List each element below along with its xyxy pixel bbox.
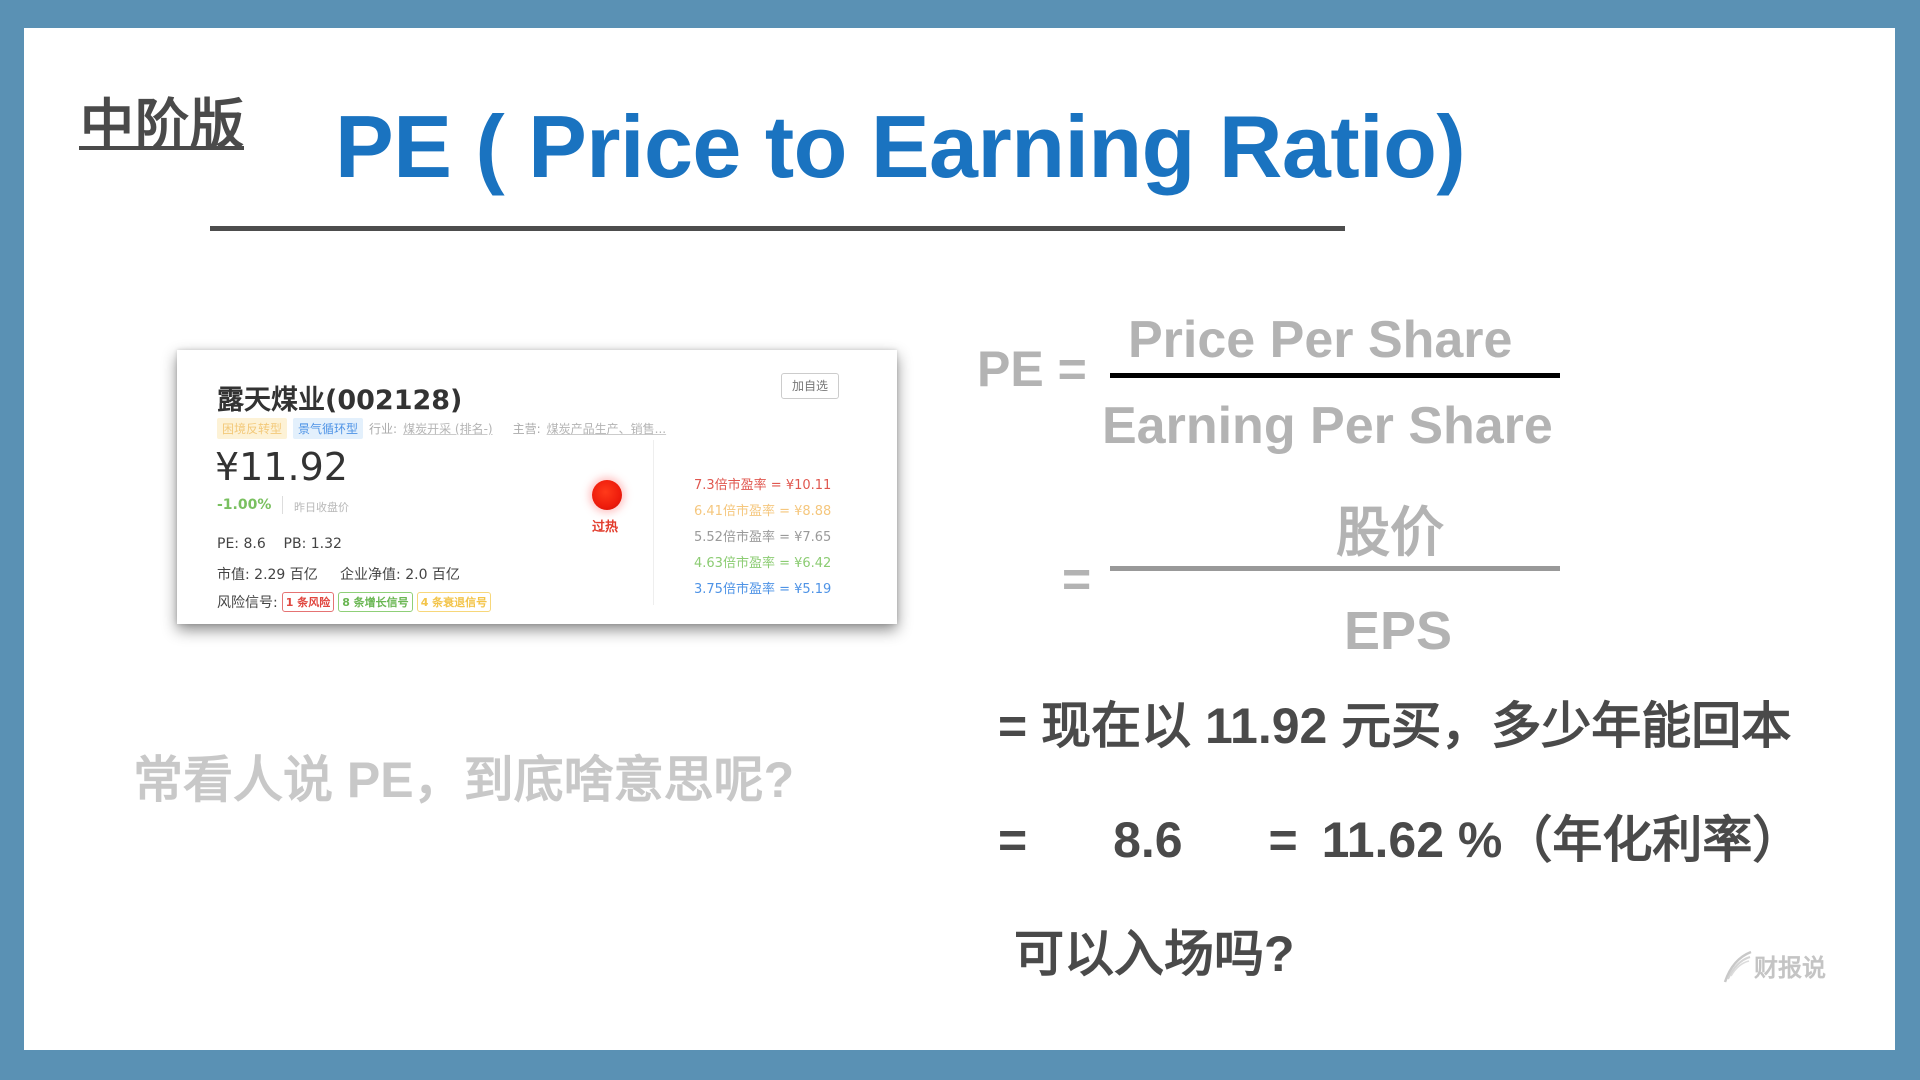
close-price-label: 昨日收盘价: [294, 501, 349, 514]
explanation-line-rate: = 8.6 = 11.62 %（年化利率）: [998, 800, 1802, 872]
formula-numerator-cn: 股价: [1336, 503, 1444, 563]
equals-sign: =: [1268, 812, 1298, 868]
risk-signals-row: 风险信号: 1 条风险 8 条增长信号 4 条衰退信号: [217, 592, 492, 612]
valuation-row: 3.75倍市盈率 = ¥5.19: [694, 582, 832, 597]
valuation-row: 5.52倍市盈率 = ¥7.65: [694, 530, 832, 545]
card-divider: [653, 440, 654, 605]
valuation-row: 7.3倍市盈率 = ¥10.11: [694, 478, 832, 493]
fraction-bar-secondary: [1110, 566, 1560, 571]
equals-sign: =: [998, 812, 1028, 868]
type-tag-turnaround[interactable]: 困境反转型: [217, 418, 288, 439]
feather-icon: [1723, 950, 1752, 982]
change-separator: [282, 496, 283, 514]
slide: 中阶版 PE ( Price to Earning Ratio) 露天煤业(00…: [24, 28, 1895, 1050]
growth-signal-badge[interactable]: 8 条增长信号: [338, 592, 413, 612]
industry-link[interactable]: 煤炭开采 (排名-): [403, 420, 493, 437]
pe-pb-values: PE: 8.6 PB: 1.32: [217, 536, 342, 552]
stock-price: ¥11.92: [215, 445, 348, 489]
price-change: -1.00%: [217, 497, 272, 513]
fraction-bar-primary: [1110, 373, 1560, 378]
overheat-indicator-icon: [592, 480, 622, 510]
type-tag-cyclical[interactable]: 景气循环型: [293, 418, 364, 439]
question-text: 常看人说 PE，到底啥意思呢?: [133, 752, 795, 808]
slide-title: PE ( Price to Earning Ratio): [335, 97, 1466, 196]
formula-lhs: PE =: [977, 341, 1087, 397]
watermark-text: 财报说: [1754, 955, 1826, 982]
overheat-label: 过热: [592, 520, 619, 535]
valuation-row: 6.41倍市盈率 = ¥8.88: [694, 504, 832, 519]
industry-label: 行业:: [369, 422, 398, 436]
risk-signal-badge[interactable]: 1 条风险: [281, 592, 335, 612]
level-underline: [79, 146, 244, 150]
watermark-logo: 财报说: [1722, 948, 1826, 983]
decline-signal-badge[interactable]: 4 条衰退信号: [416, 592, 492, 612]
risk-label: 风险信号:: [217, 595, 278, 611]
add-watchlist-button[interactable]: 加自选: [781, 373, 839, 399]
title-divider: [210, 226, 1345, 231]
stock-tags-row: 困境反转型 景气循环型 行业: 煤炭开采 (排名-) 主营: 煤炭产品生产、销售…: [217, 418, 666, 439]
stock-card: 露天煤业(002128) 加自选 困境反转型 景气循环型 行业: 煤炭开采 (排…: [177, 350, 897, 624]
explanation-line-payback: = 现在以 11.92 元买，多少年能回本: [998, 698, 1792, 754]
formula-denominator-en: Earning Per Share: [1102, 397, 1553, 455]
formula-equals: =: [1062, 551, 1092, 607]
market-cap-values: 市值: 2.29 百亿 企业净值: 2.0 百亿: [217, 567, 460, 583]
stock-name: 露天煤业(002128): [217, 385, 463, 416]
explanation-line-question: 可以入场吗?: [1014, 926, 1295, 982]
business-link[interactable]: 煤炭产品生产、销售...: [547, 420, 666, 437]
pe-value: 8.6: [1113, 812, 1183, 868]
formula-denominator-abbr: EPS: [1344, 601, 1453, 661]
valuation-row: 4.63倍市盈率 = ¥6.42: [694, 556, 832, 571]
formula-numerator-en: Price Per Share: [1128, 311, 1513, 369]
annual-rate: 11.62 %（年化利率）: [1321, 812, 1803, 868]
business-label: 主营:: [512, 422, 541, 436]
